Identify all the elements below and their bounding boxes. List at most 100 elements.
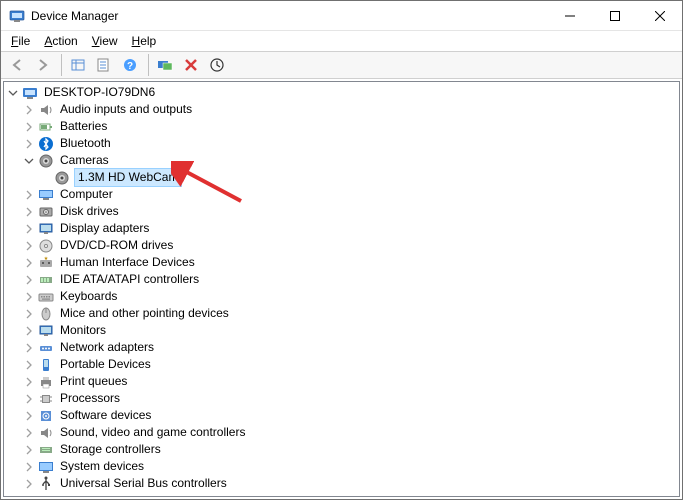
expand-icon[interactable]: [22, 273, 36, 287]
network-icon: [38, 340, 54, 356]
tree-category[interactable]: IDE ATA/ATAPI controllers: [4, 271, 679, 288]
toolbar-separator: [148, 54, 149, 76]
category-label: System devices: [58, 458, 146, 475]
cpu-icon: [38, 391, 54, 407]
tree-category[interactable]: Computer: [4, 186, 679, 203]
expand-icon[interactable]: [22, 426, 36, 440]
computer-icon: [38, 187, 54, 203]
tree-category[interactable]: Network adapters: [4, 339, 679, 356]
tree-device[interactable]: 1.3M HD WebCam: [4, 169, 679, 186]
battery-icon: [38, 119, 54, 135]
device-tree[interactable]: DESKTOP-IO79DN6Audio inputs and outputsB…: [3, 81, 680, 497]
tree-category[interactable]: Monitors: [4, 322, 679, 339]
system-icon: [38, 459, 54, 475]
tree-category[interactable]: Audio inputs and outputs: [4, 101, 679, 118]
usb-icon: [38, 476, 54, 492]
remove-button[interactable]: [179, 53, 203, 77]
menu-help[interactable]: Help: [126, 32, 163, 50]
expand-icon[interactable]: [22, 239, 36, 253]
menubar: File Action View Help: [1, 31, 682, 51]
tree-category[interactable]: Bluetooth: [4, 135, 679, 152]
tree-category[interactable]: System devices: [4, 458, 679, 475]
expand-icon[interactable]: [22, 307, 36, 321]
menu-file[interactable]: File: [5, 32, 36, 50]
tree-category[interactable]: Batteries: [4, 118, 679, 135]
display-icon: [38, 221, 54, 237]
expand-icon[interactable]: [22, 137, 36, 151]
computer-root-icon: [22, 85, 38, 101]
minimize-button[interactable]: [547, 1, 592, 30]
menu-view[interactable]: View: [86, 32, 124, 50]
tree-root[interactable]: DESKTOP-IO79DN6: [4, 84, 679, 101]
device-label: 1.3M HD WebCam: [74, 168, 182, 187]
forward-button[interactable]: [31, 53, 55, 77]
toolbar: ?: [1, 51, 682, 79]
monitor-icon: [38, 323, 54, 339]
help-button[interactable]: ?: [118, 53, 142, 77]
expand-icon[interactable]: [22, 222, 36, 236]
category-label: Storage controllers: [58, 441, 163, 458]
tree-category[interactable]: DVD/CD-ROM drives: [4, 237, 679, 254]
printer-icon: [38, 374, 54, 390]
dvd-icon: [38, 238, 54, 254]
tree-category[interactable]: Mice and other pointing devices: [4, 305, 679, 322]
category-label: Sound, video and game controllers: [58, 424, 247, 441]
tree-category[interactable]: Processors: [4, 390, 679, 407]
tree-category[interactable]: Storage controllers: [4, 441, 679, 458]
expand-icon[interactable]: [22, 341, 36, 355]
disk-icon: [38, 204, 54, 220]
expand-icon[interactable]: [22, 409, 36, 423]
category-label: Display adapters: [58, 220, 151, 237]
tree-category[interactable]: Print queues: [4, 373, 679, 390]
expand-icon[interactable]: [22, 392, 36, 406]
maximize-button[interactable]: [592, 1, 637, 30]
expand-icon[interactable]: [22, 103, 36, 117]
software-icon: [38, 408, 54, 424]
category-label: Keyboards: [58, 288, 119, 305]
window-controls: [547, 1, 682, 30]
bluetooth-icon: [38, 136, 54, 152]
expand-icon[interactable]: [22, 290, 36, 304]
category-label: Universal Serial Bus controllers: [58, 475, 229, 492]
tree-category[interactable]: ★Human Interface Devices: [4, 254, 679, 271]
expand-icon[interactable]: [22, 443, 36, 457]
back-button[interactable]: [5, 53, 29, 77]
tree-category[interactable]: Cameras: [4, 152, 679, 169]
expand-icon[interactable]: [22, 358, 36, 372]
keyboard-icon: [38, 289, 54, 305]
category-label: Network adapters: [58, 339, 156, 356]
properties-button[interactable]: [92, 53, 116, 77]
titlebar: Device Manager: [1, 1, 682, 31]
camera-icon: [38, 153, 54, 169]
category-label: Human Interface Devices: [58, 254, 197, 271]
tree-category[interactable]: Portable Devices: [4, 356, 679, 373]
tree-category[interactable]: Universal Serial Bus controllers: [4, 475, 679, 492]
audio-icon: [38, 102, 54, 118]
category-label: Mice and other pointing devices: [58, 305, 231, 322]
category-label: Bluetooth: [58, 135, 113, 152]
tree-category[interactable]: Display adapters: [4, 220, 679, 237]
expand-icon[interactable]: [22, 477, 36, 491]
menu-action[interactable]: Action: [38, 32, 83, 50]
expand-icon[interactable]: [22, 375, 36, 389]
expand-icon[interactable]: [22, 120, 36, 134]
expand-icon[interactable]: [22, 188, 36, 202]
tree-category[interactable]: Sound, video and game controllers: [4, 424, 679, 441]
collapse-icon[interactable]: [6, 86, 20, 100]
update-driver-button[interactable]: [205, 53, 229, 77]
expand-icon[interactable]: [22, 460, 36, 474]
expand-icon[interactable]: [22, 324, 36, 338]
tree-category[interactable]: Disk drives: [4, 203, 679, 220]
category-label: Computer: [58, 186, 115, 203]
category-label: Audio inputs and outputs: [58, 101, 194, 118]
show-hidden-button[interactable]: [66, 53, 90, 77]
scan-button[interactable]: [153, 53, 177, 77]
expand-icon[interactable]: [22, 205, 36, 219]
tree-category[interactable]: Software devices: [4, 407, 679, 424]
expand-icon[interactable]: [22, 256, 36, 270]
tree-category[interactable]: Keyboards: [4, 288, 679, 305]
category-label: Portable Devices: [58, 356, 153, 373]
collapse-icon[interactable]: [22, 154, 36, 168]
sound-icon: [38, 425, 54, 441]
close-button[interactable]: [637, 1, 682, 30]
